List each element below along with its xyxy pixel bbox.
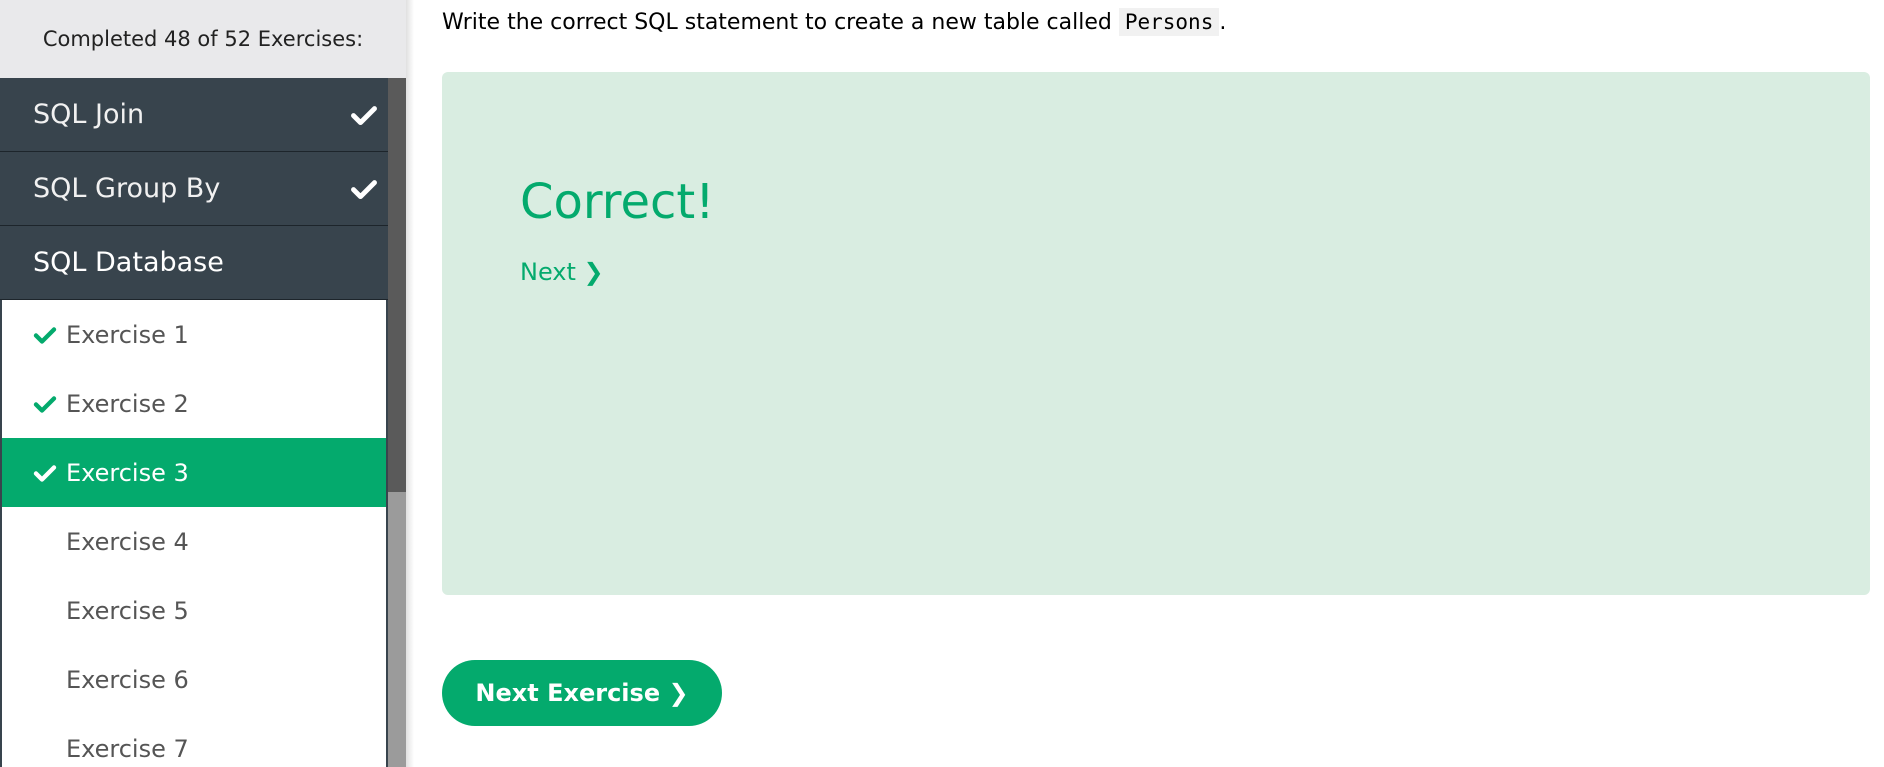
chapter-label: SQL Database (33, 247, 224, 278)
exercise-sidebar: Completed 48 of 52 Exercises: SQL Join S… (0, 0, 406, 767)
exercise-label: Exercise 5 (66, 596, 189, 625)
exercise-item-5[interactable]: Exercise 5 (2, 576, 386, 645)
exercise-instruction: Write the correct SQL statement to creat… (442, 8, 1227, 36)
chapter-sql-database[interactable]: SQL Database (0, 226, 388, 300)
exercise-label: Exercise 2 (66, 389, 189, 418)
result-title: Correct! (520, 174, 715, 230)
exercise-label: Exercise 3 (66, 458, 189, 487)
sidebar-scroll-area: SQL Join SQL Group By SQL Database Exerc… (0, 78, 388, 767)
exercise-label: Exercise 6 (66, 665, 189, 694)
progress-text: Completed 48 of 52 Exercises: (42, 27, 364, 51)
progress-header: Completed 48 of 52 Exercises: (0, 0, 406, 78)
result-panel: Correct! Next ❯ (442, 72, 1870, 595)
chapter-label: SQL Group By (33, 173, 221, 204)
next-link[interactable]: Next ❯ (520, 258, 604, 286)
chapter-sql-group-by[interactable]: SQL Group By (0, 152, 388, 226)
check-icon (33, 395, 57, 413)
exercise-item-2[interactable]: Exercise 2 (2, 369, 386, 438)
check-icon (33, 464, 57, 482)
main-content: Write the correct SQL statement to creat… (442, 0, 1872, 767)
exercise-list: Exercise 1 Exercise 2 Exercise 3 Exercis… (0, 300, 388, 767)
chapter-sql-join[interactable]: SQL Join (0, 78, 388, 152)
sidebar-scrollbar-thumb[interactable] (388, 78, 406, 492)
exercise-item-1[interactable]: Exercise 1 (2, 300, 386, 369)
check-icon (351, 105, 377, 125)
exercise-label: Exercise 7 (66, 734, 189, 763)
check-icon (351, 179, 377, 199)
instruction-suffix: . (1219, 10, 1227, 35)
instruction-text: Write the correct SQL statement to creat… (442, 10, 1119, 35)
exercise-label: Exercise 4 (66, 527, 189, 556)
page: Completed 48 of 52 Exercises: SQL Join S… (0, 0, 1884, 767)
exercise-item-6[interactable]: Exercise 6 (2, 645, 386, 714)
exercise-item-3[interactable]: Exercise 3 (2, 438, 386, 507)
check-icon (33, 326, 57, 344)
next-exercise-label: Next Exercise ❯ (475, 679, 689, 707)
exercise-label: Exercise 1 (66, 320, 189, 349)
exercise-item-4[interactable]: Exercise 4 (2, 507, 386, 576)
sidebar-shadow (406, 0, 414, 767)
exercise-item-7[interactable]: Exercise 7 (2, 714, 386, 767)
instruction-code: Persons (1118, 8, 1220, 36)
chapter-label: SQL Join (33, 99, 145, 130)
next-exercise-button[interactable]: Next Exercise ❯ (442, 660, 722, 726)
